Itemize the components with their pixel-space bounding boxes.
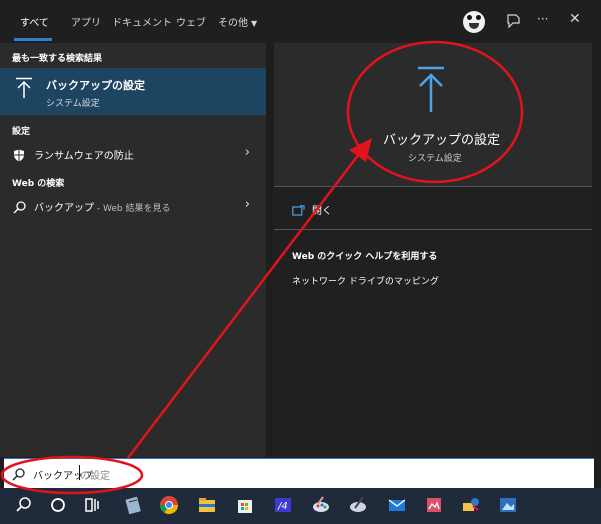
web-help-link[interactable]: ネットワーク ドライブのマッピング bbox=[292, 274, 439, 287]
close-icon[interactable]: ✕ bbox=[569, 11, 581, 27]
chevron-right-icon[interactable]: › bbox=[245, 197, 250, 212]
search-icon[interactable] bbox=[12, 494, 34, 516]
tab-apps[interactable]: アプリ bbox=[71, 14, 101, 29]
tab-more[interactable]: その他 ▼ bbox=[218, 14, 257, 29]
section-web-search: Web の検索 bbox=[12, 179, 65, 189]
store-icon[interactable] bbox=[234, 494, 256, 516]
web-result-item[interactable]: バックアップ - Web 結果を見る › bbox=[0, 195, 266, 217]
detail-title: バックアップの設定 bbox=[383, 133, 501, 148]
chevron-down-icon: ▼ bbox=[251, 19, 258, 28]
web-result-label: バックアップ - Web 結果を見る bbox=[34, 199, 170, 214]
section-best-match: 最も一致する検索結果 bbox=[12, 54, 103, 64]
cortana-icon[interactable] bbox=[47, 494, 69, 516]
more-icon[interactable]: ··· bbox=[537, 12, 548, 26]
network-icon[interactable] bbox=[460, 494, 482, 516]
detail-subtitle: システム設定 bbox=[408, 154, 462, 164]
web-result-suffix: - Web 結果を見る bbox=[94, 204, 171, 214]
shield-icon bbox=[13, 147, 25, 166]
open-icon[interactable] bbox=[292, 201, 305, 220]
best-match-subtitle: システム設定 bbox=[46, 99, 100, 109]
settings-result-item[interactable]: ランサムウェアの防止 › bbox=[0, 143, 266, 165]
file-explorer-icon[interactable] bbox=[196, 494, 218, 516]
search-icon bbox=[13, 199, 26, 218]
search-icon bbox=[12, 466, 25, 485]
photos-icon[interactable] bbox=[423, 494, 445, 516]
active-tab-indicator bbox=[14, 38, 52, 41]
backup-icon bbox=[15, 77, 33, 103]
tab-documents[interactable]: ドキュメント bbox=[112, 14, 172, 29]
tab-more-label: その他 bbox=[218, 18, 248, 29]
web-help-heading: Web のクイック ヘルプを利用する bbox=[292, 252, 438, 262]
app-icon[interactable]: /4 bbox=[272, 494, 294, 516]
backup-large-icon bbox=[416, 66, 446, 118]
pen-icon[interactable] bbox=[347, 494, 369, 516]
avatar[interactable] bbox=[463, 11, 485, 33]
divider bbox=[274, 186, 592, 187]
notepad-icon[interactable] bbox=[122, 494, 144, 516]
feedback-icon[interactable] bbox=[505, 13, 521, 29]
chevron-right-icon[interactable]: › bbox=[245, 145, 250, 160]
tab-web[interactable]: ウェブ bbox=[176, 14, 206, 29]
svg-text:/4: /4 bbox=[277, 501, 288, 512]
search-autocomplete: の設定 bbox=[80, 471, 110, 482]
task-view-icon[interactable] bbox=[82, 494, 104, 516]
image-icon[interactable] bbox=[497, 494, 519, 516]
chrome-icon[interactable] bbox=[158, 494, 180, 516]
paint-icon[interactable] bbox=[310, 494, 332, 516]
settings-result-label: ランサムウェアの防止 bbox=[34, 151, 134, 162]
divider bbox=[274, 229, 592, 230]
best-match-title: バックアップの設定 bbox=[46, 79, 145, 92]
section-settings: 設定 bbox=[12, 127, 31, 137]
mail-icon[interactable] bbox=[386, 494, 408, 516]
tab-all[interactable]: すべて bbox=[20, 14, 49, 29]
web-result-query: バックアップ bbox=[34, 203, 94, 214]
open-action[interactable]: 開く bbox=[312, 202, 332, 217]
